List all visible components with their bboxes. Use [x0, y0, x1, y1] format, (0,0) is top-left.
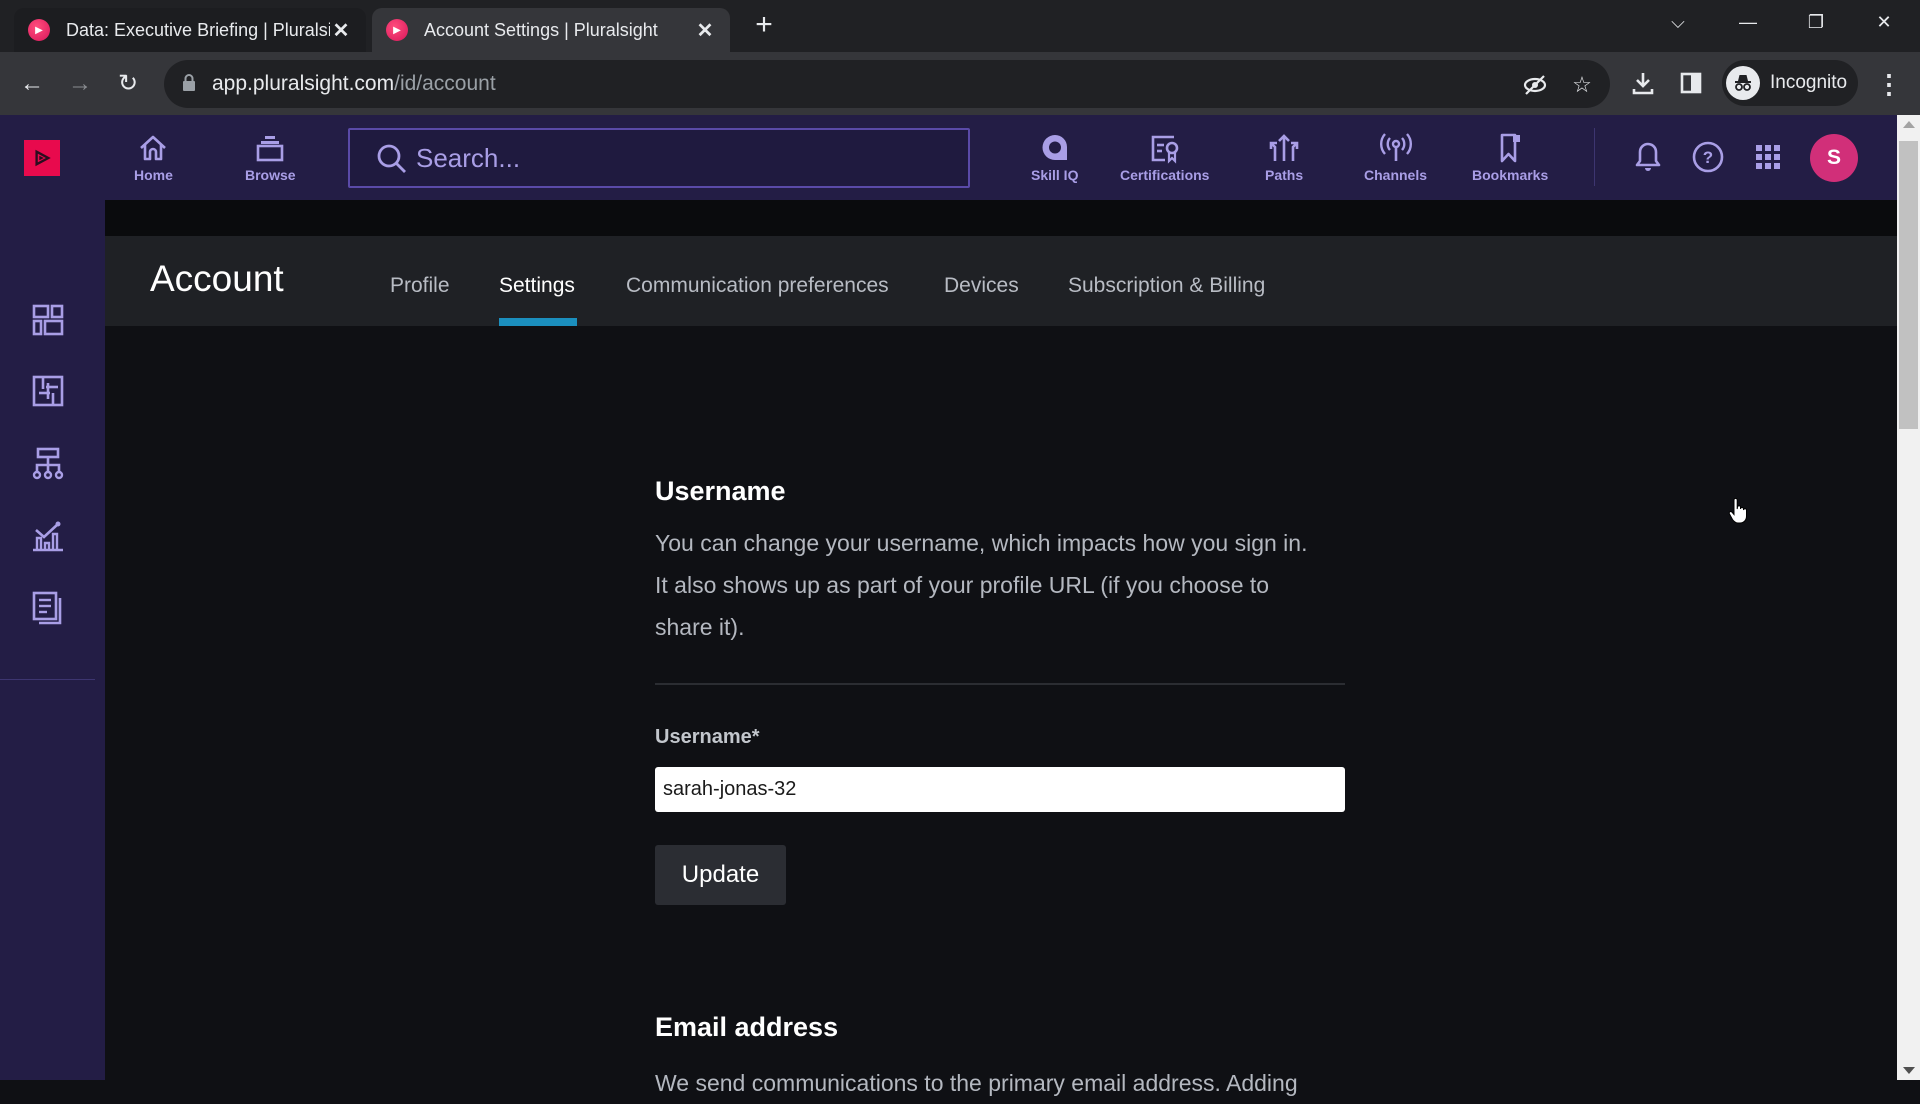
left-sidebar [0, 200, 105, 1080]
update-button[interactable]: Update [655, 845, 786, 905]
nav-paths[interactable]: Paths [1265, 131, 1303, 183]
nav-label: Channels [1364, 167, 1428, 183]
help-icon[interactable]: ? [1690, 139, 1726, 175]
nav-channels[interactable]: Channels [1364, 131, 1427, 183]
pluralsight-favicon-icon: ▶ [28, 19, 50, 41]
hand-pointer-cursor-icon [1728, 498, 1747, 524]
search-icon [377, 144, 406, 173]
browser-menu-icon[interactable]: ⋮ [1876, 66, 1902, 102]
page-title: Account [150, 258, 284, 299]
nav-bookmarks[interactable]: Bookmarks [1472, 131, 1548, 183]
browser-tab-account-settings[interactable]: ▶ Account Settings | Pluralsight ✕ [372, 8, 730, 52]
back-icon[interactable]: ← [14, 66, 50, 102]
nav-label: Paths [1265, 167, 1304, 183]
header-divider [1594, 128, 1595, 186]
username-field-label: Username* [655, 726, 760, 748]
url-host: app.pluralsight.com [212, 72, 395, 95]
skill-iq-icon [1042, 135, 1067, 160]
nav-browse[interactable]: Browse [245, 131, 296, 183]
close-window-icon[interactable]: ✕ [1864, 8, 1904, 36]
tab-subscription-billing[interactable]: Subscription & Billing [1068, 274, 1265, 298]
account-nav-bar: Account Profile Settings Communication p… [105, 236, 1897, 326]
nav-label: Browse [245, 167, 296, 183]
browser-toolbar: ← → ↻ app.pluralsight.com/id/account ☆ I… [0, 52, 1920, 115]
channels-icon [1379, 133, 1412, 161]
nav-label: Certifications [1120, 167, 1210, 183]
bookmark-star-icon[interactable]: ☆ [1569, 72, 1595, 98]
pluralsight-header: Home Browse Skill IQ Certifications Path… [0, 115, 1897, 200]
browser-tab-strip: ▶ Data: Executive Briefing | Pluralsight… [0, 0, 1920, 52]
side-panel-icon[interactable] [1678, 70, 1704, 96]
home-icon [140, 135, 167, 161]
browser-tab-executive-briefing[interactable]: ▶ Data: Executive Briefing | Pluralsight… [14, 8, 366, 52]
username-description: You can change your username, which impa… [655, 522, 1355, 648]
dashboard-icon[interactable] [30, 302, 66, 338]
search-input[interactable] [416, 138, 936, 178]
search-box[interactable] [348, 128, 970, 188]
section-divider [655, 683, 1345, 685]
description-line: It also shows up as part of your profile… [655, 572, 1270, 598]
svg-text:?: ? [1703, 148, 1713, 167]
address-bar[interactable]: app.pluralsight.com/id/account ☆ [164, 60, 1610, 108]
sidebar-divider [0, 679, 95, 680]
settings-content: Username You can change your username, w… [105, 326, 1897, 1096]
tab-title: Data: Executive Briefing | Pluralsight [66, 19, 330, 40]
pluralsight-logo-icon [35, 149, 51, 167]
eye-off-icon[interactable] [1522, 72, 1548, 98]
tab-search-chevron-icon[interactable]: ⌵ [1658, 8, 1698, 36]
nav-label: Skill IQ [1031, 167, 1079, 183]
pluralsight-logo[interactable] [24, 140, 60, 176]
page-scrollbar[interactable] [1897, 115, 1920, 1080]
new-tab-button[interactable]: + [748, 10, 780, 42]
username-input[interactable] [655, 767, 1345, 812]
scroll-down-arrow-icon[interactable] [1903, 1067, 1915, 1074]
email-description: We send communications to the primary em… [655, 1070, 1298, 1096]
lock-icon [183, 74, 195, 91]
notifications-bell-icon[interactable] [1630, 139, 1666, 175]
minimize-window-icon[interactable]: — [1728, 8, 1768, 36]
scrollbar-thumb[interactable] [1899, 141, 1918, 429]
pluralsight-favicon-icon: ▶ [386, 19, 408, 41]
forward-icon[interactable]: → [62, 66, 98, 102]
reload-icon[interactable]: ↻ [110, 66, 146, 102]
paths-icon [1269, 134, 1299, 161]
tab-communication-preferences[interactable]: Communication preferences [626, 274, 889, 298]
apps-grid-icon[interactable] [1750, 139, 1786, 175]
nav-certifications[interactable]: Certifications [1120, 131, 1209, 183]
reports-icon[interactable] [30, 590, 66, 626]
skills-board-icon[interactable] [30, 373, 66, 409]
nav-label: Bookmarks [1472, 167, 1549, 183]
url-path: /id/account [394, 72, 496, 95]
incognito-icon [1726, 66, 1760, 100]
nav-home[interactable]: Home [134, 131, 173, 183]
email-heading: Email address [655, 1012, 839, 1042]
description-line: You can change your username, which impa… [655, 530, 1308, 556]
description-line: share it). [655, 614, 745, 640]
scroll-up-arrow-icon[interactable] [1903, 121, 1915, 128]
incognito-label: Incognito [1770, 72, 1848, 93]
restore-window-icon[interactable]: ❐ [1796, 8, 1836, 36]
nav-label: Home [134, 167, 173, 183]
download-icon[interactable] [1630, 70, 1656, 96]
active-tab-indicator [499, 318, 577, 326]
bookmarks-icon [1500, 133, 1521, 163]
close-tab-icon[interactable]: ✕ [330, 18, 352, 43]
incognito-profile-button[interactable]: Incognito [1722, 60, 1858, 106]
tab-title: Account Settings | Pluralsight [424, 19, 658, 40]
tab-profile[interactable]: Profile [390, 274, 450, 298]
tab-devices[interactable]: Devices [944, 274, 1019, 298]
main-top-strip [105, 200, 1897, 236]
browse-icon [256, 136, 284, 162]
close-tab-icon[interactable]: ✕ [694, 18, 716, 43]
analytics-icon[interactable] [30, 518, 66, 554]
certifications-icon [1151, 135, 1179, 164]
user-avatar[interactable]: S [1810, 134, 1858, 182]
username-heading: Username [655, 476, 786, 506]
url-text: app.pluralsight.com/id/account [212, 72, 496, 96]
tab-settings[interactable]: Settings [499, 274, 575, 298]
nav-skill-iq[interactable]: Skill IQ [1031, 131, 1078, 183]
org-hierarchy-icon[interactable] [30, 446, 66, 482]
